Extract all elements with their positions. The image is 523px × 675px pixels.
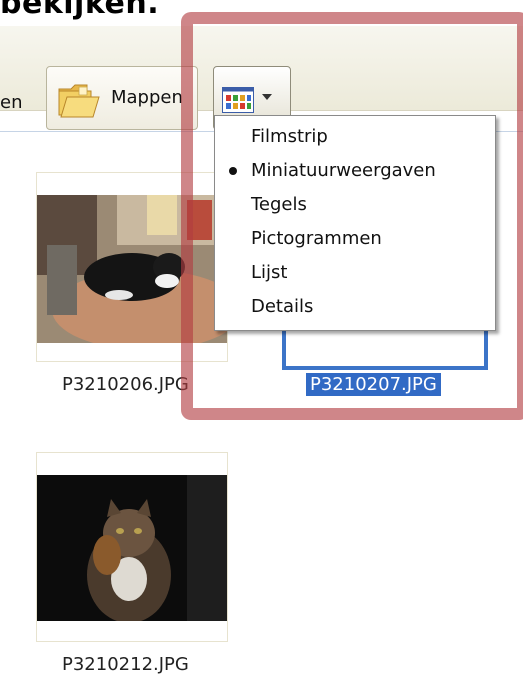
previous-button-label[interactable]: en	[0, 92, 22, 113]
view-mode-menu: Filmstrip Miniatuurweergaven Tegels Pict…	[214, 115, 496, 331]
menu-item-filmstrip[interactable]: Filmstrip	[251, 126, 328, 147]
menu-item-list[interactable]: Lijst	[251, 262, 287, 283]
file-name-label-selected[interactable]: P3210207.JPG	[306, 373, 441, 396]
menu-item-details[interactable]: Details	[251, 296, 313, 317]
thumbnail-grid-icon	[222, 87, 254, 113]
folders-button-label: Mappen	[111, 87, 183, 108]
file-name-label[interactable]: P3210212.JPG	[62, 654, 189, 675]
thumbnail-frame[interactable]	[36, 172, 228, 362]
selected-bullet-icon	[229, 167, 237, 175]
menu-item-tiles[interactable]: Tegels	[251, 194, 307, 215]
menu-item-thumbnails[interactable]: Miniatuurweergaven	[251, 160, 436, 181]
folder-icon	[58, 84, 100, 118]
explorer-toolbar: en Mappen	[0, 26, 523, 130]
photo-thumbnail-black-white-cat	[37, 195, 227, 343]
file-name-label[interactable]: P3210206.JPG	[62, 374, 189, 395]
folders-button[interactable]: Mappen	[46, 66, 198, 130]
chevron-down-icon[interactable]	[262, 94, 272, 100]
thumbnail-frame[interactable]	[36, 452, 228, 642]
menu-item-icons[interactable]: Pictogrammen	[251, 228, 382, 249]
page-heading: bekijken.	[0, 0, 160, 21]
photo-thumbnail-tortoiseshell-cat	[37, 475, 227, 621]
